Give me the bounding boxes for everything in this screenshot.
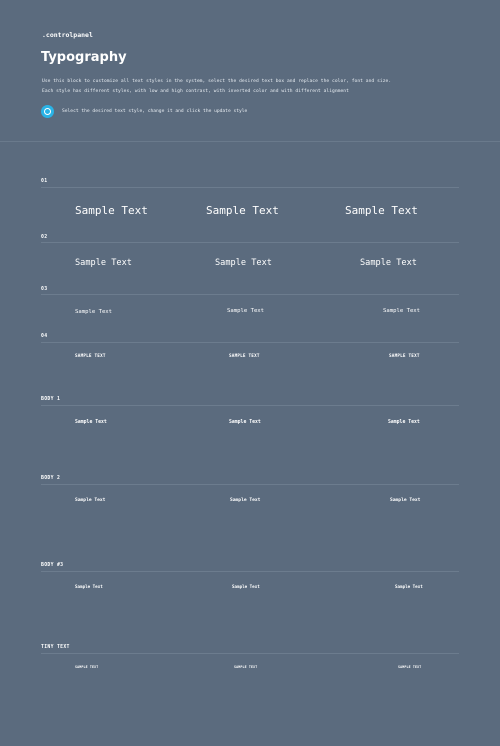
sample-text-tiny-right[interactable]: SAMPLE TEXT: [398, 665, 421, 669]
sample-text-03-center[interactable]: Sample Text: [227, 308, 264, 314]
sample-text-body-1-left[interactable]: Sample Text: [75, 420, 107, 425]
sample-text-tiny-left[interactable]: SAMPLE TEXT: [75, 665, 98, 669]
sample-text-03-left[interactable]: Sample Text: [75, 309, 112, 315]
sample-text-body-3-right[interactable]: Sample Text: [395, 584, 423, 589]
sample-text-body-3-left[interactable]: Sample Text: [75, 584, 103, 589]
sample-text-tiny-center[interactable]: SAMPLE TEXT: [234, 665, 257, 669]
style-divider-tiny-text: [41, 653, 459, 654]
style-label-body-1: BODY 1: [41, 397, 61, 402]
style-divider-body-1: [41, 405, 459, 406]
sample-text-01-right[interactable]: Sample Text: [345, 204, 418, 217]
style-label-body-2: BODY 2: [41, 476, 61, 481]
style-label-tiny-text: TINY TEXT: [41, 645, 70, 650]
sample-text-01-left[interactable]: Sample Text: [75, 204, 148, 217]
style-label-body-3: BODY #3: [41, 563, 64, 568]
sample-text-body-2-right[interactable]: Sample Text: [390, 498, 420, 503]
style-label-04: 04: [41, 334, 48, 339]
sample-text-body-2-left[interactable]: Sample Text: [75, 498, 105, 503]
style-divider-03: [41, 294, 459, 295]
page-title: Typography: [41, 50, 127, 65]
sample-text-03-right[interactable]: Sample Text: [383, 308, 420, 314]
sample-text-02-right[interactable]: Sample Text: [360, 258, 417, 268]
description-line-1: Use this block to customize all text sty…: [42, 79, 392, 84]
header-divider: [0, 141, 500, 142]
sample-text-02-center[interactable]: Sample Text: [215, 258, 272, 268]
sample-text-02-left[interactable]: Sample Text: [75, 258, 132, 268]
style-divider-body-3: [41, 571, 459, 572]
sample-text-04-center[interactable]: SAMPLE TEXT: [229, 354, 260, 359]
tip: Select the desired text style, change it…: [41, 104, 247, 118]
sample-text-01-center[interactable]: Sample Text: [206, 204, 279, 217]
tip-text: Select the desired text style, change it…: [62, 108, 248, 114]
style-label-01: 01: [41, 179, 48, 184]
sample-text-body-1-right[interactable]: Sample Text: [388, 420, 420, 425]
sample-text-body-1-center[interactable]: Sample Text: [229, 420, 261, 425]
style-divider-body-2: [41, 484, 459, 485]
sample-text-body-3-center[interactable]: Sample Text: [232, 584, 260, 589]
sample-text-body-2-center[interactable]: Sample Text: [230, 498, 260, 503]
style-divider-04: [41, 342, 459, 343]
style-label-03: 03: [41, 287, 48, 292]
settings-circle-icon[interactable]: [41, 104, 54, 118]
sample-text-04-right[interactable]: SAMPLE TEXT: [389, 354, 420, 359]
description-line-2: Each style has different styles, with lo…: [42, 89, 349, 94]
style-divider-02: [41, 242, 459, 243]
sample-text-04-left[interactable]: SAMPLE TEXT: [75, 354, 106, 359]
style-divider-01: [41, 187, 459, 188]
brand-logo: .controlpanel: [42, 31, 93, 39]
style-label-02: 02: [41, 235, 48, 240]
